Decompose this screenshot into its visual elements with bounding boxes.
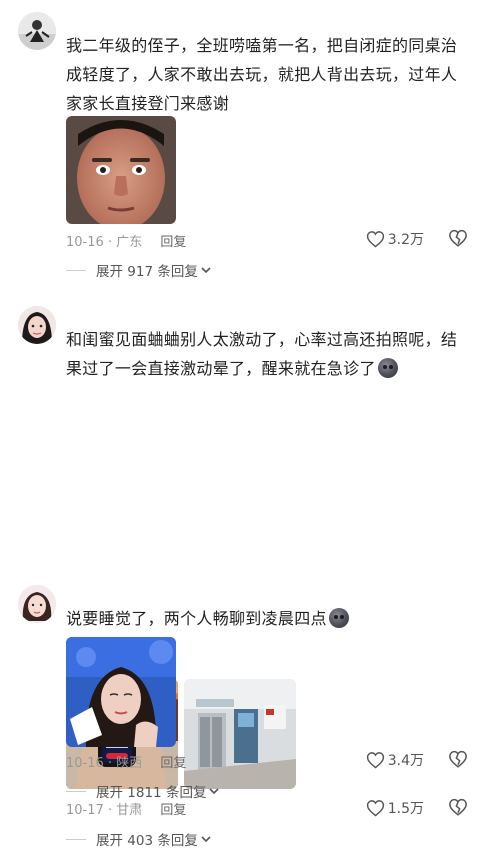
heart-outline-icon [366,752,384,769]
like-button[interactable]: 3.2万 [366,229,424,249]
reply-button[interactable]: 回复 [160,803,186,818]
comment-meta: 10-16 · 陕西 回复 [66,756,187,771]
avatar[interactable] [18,585,56,623]
comment-item: 我二年级的侄子，全班唠嗑第一名，把自闭症的同桌治成轻度了，人家不敢出去玩，就把人… [0,0,484,290]
comment-date: 10-16 [66,235,104,250]
dislike-button[interactable] [448,750,468,772]
expand-replies-label: 展开 917 条回复 [96,264,198,280]
comment-image[interactable] [66,637,176,747]
comment-location: 陕西 [116,756,143,771]
comment-image[interactable] [66,116,176,224]
reply-button[interactable]: 回复 [160,235,186,250]
expand-replies-button[interactable]: 展开 403 条回复 [66,829,211,849]
like-button[interactable]: 3.4万 [366,750,424,770]
comment-date: 10-16 [66,756,104,771]
like-count: 3.2万 [387,232,424,248]
chevron-down-icon [201,266,211,273]
expand-replies-label: 展开 403 条回复 [96,833,198,849]
comment-text: 和闺蜜见面蛐蛐别人太激动了，心率过高还拍照呢，结果过了一会直接激动晕了，醒来就在… [66,330,458,378]
comment-text: 说要睡觉了，两个人畅聊到凌晨四点 [66,604,466,633]
comment-location: 甘肃 [116,803,143,818]
broken-heart-icon [449,750,467,768]
expand-replies-button[interactable]: 展开 917 条回复 [66,260,211,280]
heart-outline-icon [366,231,384,248]
comment-text: 我二年级的侄子，全班唠嗑第一名，把自闭症的同桌治成轻度了，人家不敢出去玩，就把人… [66,36,458,113]
chevron-down-icon [201,835,211,842]
reply-button[interactable]: 回复 [160,756,186,771]
comment-item: 说要睡觉了，两个人畅聊到凌晨四点 10-16 · 陕西 回复 3.4万 展开 1… [0,570,484,802]
comment-location: 广东 [116,235,143,250]
avatar[interactable] [18,306,56,344]
dislike-button[interactable] [448,229,468,251]
broken-heart-icon [449,229,467,247]
comment-item: 和闺蜜见面蛐蛐别人太激动了，心率过高还拍照呢，结果过了一会直接激动晕了，醒来就在… [0,290,484,849]
expand-replies-label: 展开 1811 条回复 [96,785,207,801]
dizzy-face-emoji-icon [377,358,398,378]
like-count: 3.4万 [387,753,424,769]
chevron-down-icon [209,787,220,794]
dizzy-face-emoji-icon [328,608,349,628]
divider-line [66,790,86,792]
comment-date: 10-17 [66,803,104,818]
avatar[interactable] [18,12,56,50]
comment-meta: 10-16 · 广东 回复 [66,235,187,250]
divider-line [66,269,86,271]
expand-replies-button[interactable]: 展开 1811 条回复 [66,781,220,801]
divider-line [66,838,86,840]
